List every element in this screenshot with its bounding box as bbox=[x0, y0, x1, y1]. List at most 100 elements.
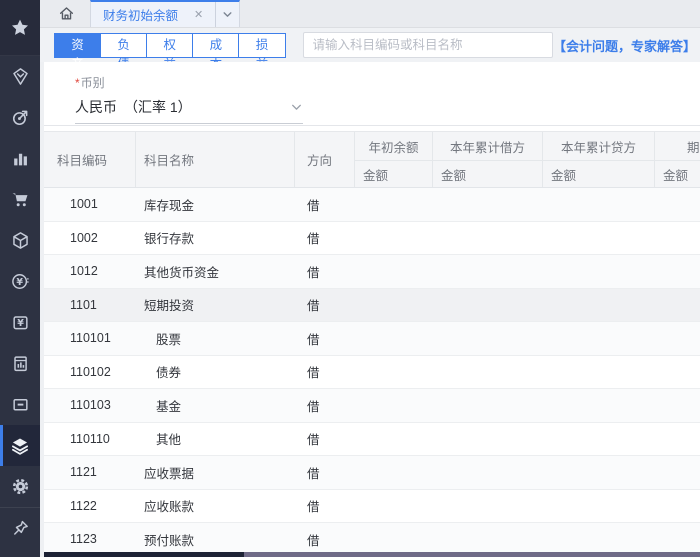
filter-button[interactable]: 资产 bbox=[54, 33, 101, 58]
cell-ytd-credit-amount[interactable] bbox=[543, 423, 655, 456]
sidebar-item-membership[interactable] bbox=[0, 56, 40, 97]
cell-ytd-debit-amount[interactable] bbox=[433, 389, 543, 422]
scrollbar-track[interactable] bbox=[244, 552, 700, 557]
sidebar-item-reports[interactable] bbox=[0, 138, 40, 179]
cell-ytd-debit-amount[interactable] bbox=[433, 423, 543, 456]
cell-account-name: 短期投资 bbox=[136, 289, 295, 322]
cell-opening-amount[interactable] bbox=[655, 456, 700, 489]
cell-ytd-credit-amount[interactable] bbox=[543, 523, 655, 556]
table-body: 1001 库存现金 借 1002 银行存款 借 bbox=[44, 188, 700, 557]
sidebar-item-initial-balance[interactable] bbox=[0, 425, 40, 466]
pin-icon bbox=[11, 519, 30, 538]
sidebar-item-pin[interactable] bbox=[0, 507, 40, 548]
cell-account-name: 预付账款 bbox=[136, 523, 295, 556]
cell-opening-amount[interactable] bbox=[655, 322, 700, 355]
sidebar-item-ledger[interactable] bbox=[0, 343, 40, 384]
table-row[interactable]: 1101 短期投资 借 bbox=[44, 289, 700, 323]
home-button[interactable] bbox=[48, 0, 84, 27]
tab-initial-balance[interactable]: 财务初始余额 ✕ bbox=[91, 2, 215, 27]
filter-button[interactable]: 成本 bbox=[192, 33, 239, 58]
currency-select[interactable]: 人民币 （汇率 1） bbox=[75, 97, 303, 124]
table-row[interactable]: 110110 其他 借 bbox=[44, 423, 700, 457]
filter-button[interactable]: 权益 bbox=[146, 33, 193, 58]
cell-ytd-credit-amount[interactable] bbox=[543, 255, 655, 288]
table-row[interactable]: 1121 应收票据 借 bbox=[44, 456, 700, 490]
cell-ytd-debit-amount[interactable] bbox=[433, 188, 543, 221]
cube-icon bbox=[11, 231, 30, 250]
cell-opening-amount[interactable] bbox=[655, 222, 700, 255]
filter-button[interactable]: 负债 bbox=[100, 33, 147, 58]
svg-text:¥: ¥ bbox=[17, 318, 24, 329]
cell-ytd-debit-amount[interactable] bbox=[433, 222, 543, 255]
cell-ytd-debit-amount[interactable] bbox=[433, 322, 543, 355]
cell-opening-amount[interactable] bbox=[655, 188, 700, 221]
cell-account-name: 其他货币资金 bbox=[136, 255, 295, 288]
cell-ytd-debit-amount[interactable] bbox=[433, 356, 543, 389]
table-row[interactable]: 110103 基金 借 bbox=[44, 389, 700, 423]
tab-close-icon[interactable]: ✕ bbox=[194, 8, 203, 21]
search-input[interactable] bbox=[303, 32, 553, 58]
sidebar-item-archive[interactable] bbox=[0, 384, 40, 425]
sidebar-item-funds[interactable]: ¥ bbox=[0, 261, 40, 302]
cell-opening-amount[interactable] bbox=[655, 289, 700, 322]
tab-group: 财务初始余额 ✕ bbox=[90, 0, 240, 27]
table-row[interactable]: 1012 其他货币资金 借 bbox=[44, 255, 700, 289]
cell-opening-year-amount[interactable] bbox=[355, 356, 433, 389]
cell-ytd-credit-amount[interactable] bbox=[543, 322, 655, 355]
cell-opening-year-amount[interactable] bbox=[355, 289, 433, 322]
cell-ytd-credit-amount[interactable] bbox=[543, 490, 655, 523]
scrollbar-thumb[interactable] bbox=[44, 552, 244, 557]
cell-ytd-debit-amount[interactable] bbox=[433, 490, 543, 523]
cell-direction: 借 bbox=[295, 423, 355, 456]
cell-account-name: 应收账款 bbox=[136, 490, 295, 523]
cell-opening-year-amount[interactable] bbox=[355, 322, 433, 355]
cell-direction: 借 bbox=[295, 490, 355, 523]
cell-ytd-debit-amount[interactable] bbox=[433, 255, 543, 288]
cell-ytd-debit-amount[interactable] bbox=[433, 456, 543, 489]
table-row[interactable]: 1001 库存现金 借 bbox=[44, 188, 700, 222]
cell-ytd-debit-amount[interactable] bbox=[433, 289, 543, 322]
cell-opening-amount[interactable] bbox=[655, 255, 700, 288]
cell-opening-year-amount[interactable] bbox=[355, 456, 433, 489]
cell-opening-year-amount[interactable] bbox=[355, 490, 433, 523]
horizontal-scrollbar[interactable] bbox=[44, 552, 700, 557]
cell-ytd-credit-amount[interactable] bbox=[543, 222, 655, 255]
cell-direction: 借 bbox=[295, 255, 355, 288]
cell-ytd-credit-amount[interactable] bbox=[543, 389, 655, 422]
table-row[interactable]: 1122 应收账款 借 bbox=[44, 490, 700, 524]
cell-direction: 借 bbox=[295, 389, 355, 422]
cell-opening-amount[interactable] bbox=[655, 490, 700, 523]
cell-ytd-credit-amount[interactable] bbox=[543, 356, 655, 389]
sidebar-item-settings[interactable] bbox=[0, 466, 40, 507]
cell-opening-year-amount[interactable] bbox=[355, 222, 433, 255]
cell-ytd-credit-amount[interactable] bbox=[543, 456, 655, 489]
cell-opening-year-amount[interactable] bbox=[355, 188, 433, 221]
table-row[interactable]: 1002 银行存款 借 bbox=[44, 222, 700, 256]
table-row[interactable]: 110101 股票 借 bbox=[44, 322, 700, 356]
sidebar-item-purchases[interactable] bbox=[0, 179, 40, 220]
table-row[interactable]: 110102 债券 借 bbox=[44, 356, 700, 390]
cell-ytd-debit-amount[interactable] bbox=[433, 523, 543, 556]
sidebar-item-goals[interactable] bbox=[0, 97, 40, 138]
cell-account-name: 基金 bbox=[136, 389, 295, 422]
sidebar-item-cashier[interactable]: ¥ bbox=[0, 302, 40, 343]
archive-box-icon bbox=[11, 395, 30, 414]
cell-opening-year-amount[interactable] bbox=[355, 523, 433, 556]
expert-help-link[interactable]: 【会计问题，专家解答】 bbox=[553, 36, 696, 55]
cell-ytd-credit-amount[interactable] bbox=[543, 289, 655, 322]
sidebar-item-inventory[interactable] bbox=[0, 220, 40, 261]
cell-opening-year-amount[interactable] bbox=[355, 423, 433, 456]
cell-opening-amount[interactable] bbox=[655, 523, 700, 556]
cell-opening-amount[interactable] bbox=[655, 423, 700, 456]
tab-list-dropdown[interactable] bbox=[215, 2, 239, 27]
cell-opening-amount[interactable] bbox=[655, 356, 700, 389]
cell-ytd-credit-amount[interactable] bbox=[543, 188, 655, 221]
cell-opening-year-amount[interactable] bbox=[355, 389, 433, 422]
cell-opening-year-amount[interactable] bbox=[355, 255, 433, 288]
filter-button[interactable]: 损益 bbox=[238, 33, 285, 58]
currency-value: 人民币 （汇率 1） bbox=[75, 97, 192, 117]
cell-opening-amount[interactable] bbox=[655, 389, 700, 422]
toolbar: 资产 负债 权益 成本 损益 【会计问题，专家解答】 bbox=[40, 28, 700, 62]
cell-account-code: 1122 bbox=[44, 490, 136, 523]
sidebar-item-favorites[interactable] bbox=[0, 0, 40, 56]
